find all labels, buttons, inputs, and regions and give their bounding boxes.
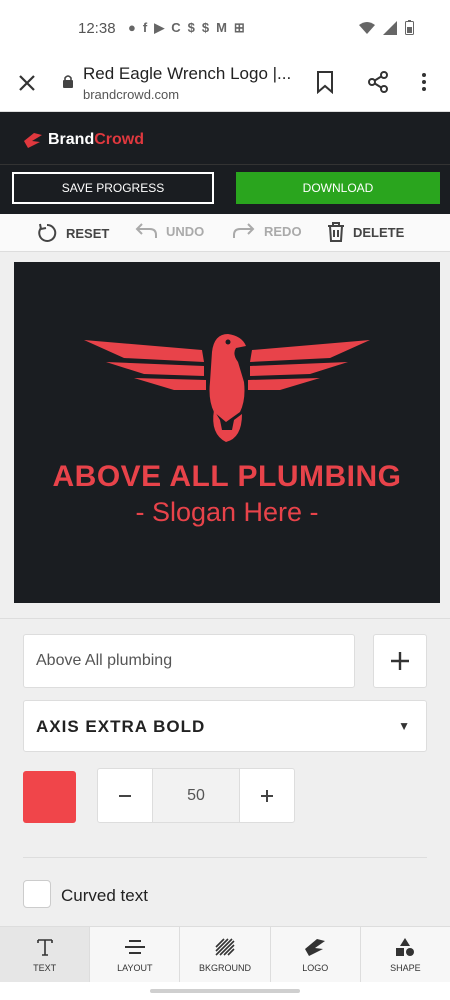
bottom-tab-bar: TEXT LAYOUT BKGROUND LOGO SHAPE (0, 926, 450, 982)
decrease-size-button[interactable] (98, 769, 152, 822)
text-input[interactable] (23, 634, 355, 688)
text-icon (36, 939, 53, 956)
page-url[interactable]: brandcrowd.com (83, 87, 179, 102)
eagle-wrench-icon (84, 334, 370, 442)
dollar-icon: $ (187, 20, 195, 35)
tab-label: LAYOUT (117, 963, 153, 973)
plus-icon (391, 652, 409, 670)
brand-name-part1: Brand (48, 131, 95, 148)
brandcrowd-logo-icon (24, 133, 42, 148)
trash-icon (328, 222, 344, 242)
c-icon: C (171, 20, 181, 35)
undo-icon (135, 223, 157, 238)
tab-label: BKGROUND (199, 963, 252, 973)
brand-logo[interactable]: Brand Crowd (22, 131, 144, 149)
logo-canvas[interactable]: ABOVE ALL PLUMBING - Slogan Here - (14, 262, 440, 603)
tab-text[interactable]: TEXT (0, 927, 91, 982)
notification-icons: ● f ▶ C $ $ M ⊞ (128, 20, 245, 36)
delete-label: DELETE (353, 224, 405, 240)
reset-label: RESET (66, 225, 110, 241)
font-size-value[interactable]: 50 (152, 769, 240, 822)
add-text-button[interactable] (373, 634, 427, 688)
redo-icon (233, 223, 255, 238)
tab-label: SHAPE (390, 963, 421, 973)
delete-button[interactable]: DELETE (327, 222, 404, 242)
font-name: AXIS EXTRA BOLD (36, 717, 206, 736)
gift-icon: ⊞ (233, 20, 245, 35)
lock-icon (63, 75, 73, 88)
share-icon[interactable] (366, 70, 390, 94)
chevron-down-icon: ▼ (398, 719, 410, 733)
logo-slogan[interactable]: - Slogan Here - (14, 497, 440, 528)
brand-name-part2: Crowd (94, 131, 145, 148)
tab-logo[interactable]: LOGO (271, 927, 361, 982)
redo-label: REDO (264, 223, 302, 239)
chat-icon: ● (128, 20, 136, 35)
dollar-icon: $ (201, 20, 210, 35)
minus-icon (119, 794, 131, 797)
tab-label: TEXT (33, 963, 57, 973)
battery-icon (405, 20, 414, 35)
plus-icon (261, 789, 273, 802)
reset-icon (38, 223, 57, 242)
wifi-icon (359, 21, 375, 34)
background-icon (215, 938, 235, 956)
bookmark-icon[interactable] (315, 70, 335, 94)
browser-toolbar: Red Eagle Wrench Logo |... brandcrowd.co… (0, 58, 450, 112)
color-swatch[interactable] (23, 771, 76, 823)
logo-icon (305, 939, 326, 956)
facebook-icon: f (142, 20, 148, 35)
save-progress-button[interactable]: SAVE PROGRESS (12, 172, 214, 204)
undo-button[interactable]: UNDO (134, 222, 204, 240)
tab-layout[interactable]: LAYOUT (90, 927, 181, 982)
logo-main-text[interactable]: ABOVE ALL PLUMBING (14, 460, 440, 494)
signal-icon (383, 20, 397, 35)
tab-shape[interactable]: SHAPE (361, 927, 450, 982)
gmail-icon: M (216, 20, 227, 35)
system-nav-bar (0, 982, 450, 1000)
home-gesture-bar[interactable] (150, 989, 300, 993)
font-size-stepper: 50 (97, 768, 295, 823)
reset-button[interactable]: RESET (36, 222, 109, 244)
curved-text-label[interactable]: Curved text (61, 886, 148, 906)
youtube-icon: ▶ (154, 20, 165, 35)
clock: 12:38 (78, 20, 116, 37)
more-options-icon[interactable] (414, 70, 434, 94)
divider (23, 857, 427, 858)
tab-background[interactable]: BKGROUND (180, 927, 271, 982)
tab-label: LOGO (302, 963, 329, 973)
close-icon[interactable] (14, 70, 40, 96)
redo-button[interactable]: REDO (232, 222, 302, 240)
font-select[interactable]: AXIS EXTRA BOLD ▼ (23, 700, 427, 752)
page-title: Red Eagle Wrench Logo |... (83, 64, 292, 83)
increase-size-button[interactable] (240, 769, 294, 822)
download-button[interactable]: DOWNLOAD (236, 172, 440, 204)
layout-icon (124, 940, 145, 954)
status-bar: 12:38 ● f ▶ C $ $ M ⊞ (0, 0, 450, 58)
undo-label: UNDO (166, 223, 205, 239)
curved-text-checkbox[interactable] (23, 880, 51, 908)
shape-icon (396, 938, 415, 956)
